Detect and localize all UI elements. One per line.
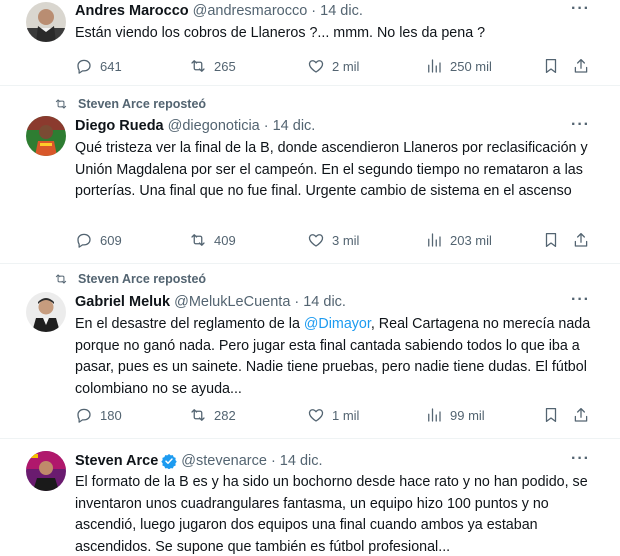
retweet-icon <box>191 409 205 421</box>
tweet-date[interactable]: 14 dic. <box>320 3 363 19</box>
separator-dot: · <box>311 3 317 19</box>
more-icon[interactable]: ··· <box>571 116 590 134</box>
repost-indicator: Steven Arce reposteó <box>54 97 206 111</box>
bookmark-button[interactable] <box>542 57 560 80</box>
retweet-button[interactable]: 265 <box>189 57 236 75</box>
verified-badge-icon <box>161 454 178 469</box>
more-icon[interactable]: ··· <box>571 450 590 468</box>
views-icon <box>428 233 441 247</box>
like-count: 3 mil <box>332 232 360 248</box>
separator-dot: · <box>270 453 276 469</box>
views-count: 203 mil <box>450 232 492 248</box>
tweet-text: En el desastre del reglamento de la @Dim… <box>75 314 595 400</box>
share-button[interactable] <box>572 57 590 80</box>
retweet-count: 282 <box>214 407 236 423</box>
more-icon[interactable]: ··· <box>571 291 590 309</box>
tweet-diego-rueda[interactable]: Steven Arce reposteó Diego Rueda @diegon… <box>0 86 620 264</box>
author-name[interactable]: Steven Arce <box>75 453 158 469</box>
reply-icon <box>77 59 91 74</box>
avatar[interactable] <box>26 2 66 42</box>
mention-link[interactable]: @Dimayor <box>304 316 371 332</box>
reply-icon <box>77 408 91 423</box>
retweet-button[interactable]: 409 <box>189 231 236 249</box>
share-button[interactable] <box>572 406 590 429</box>
tweet-andres-marocco[interactable]: Andres Marocco @andresmarocco · 14 dic. … <box>0 0 620 86</box>
bookmark-button[interactable] <box>542 231 560 254</box>
views-icon <box>428 59 441 73</box>
bookmark-icon <box>545 232 557 248</box>
separator-dot: · <box>294 294 300 310</box>
retweet-icon <box>191 234 205 246</box>
views-button[interactable]: 203 mil <box>425 231 492 249</box>
tweet-text: Están viendo los cobros de Llaneros ?...… <box>75 23 595 45</box>
tweet-date[interactable]: 14 dic. <box>303 294 346 310</box>
retweet-icon <box>191 60 205 72</box>
author-name[interactable]: Gabriel Meluk <box>75 294 170 310</box>
views-button[interactable]: 99 mil <box>425 406 485 424</box>
retweet-count: 265 <box>214 58 236 74</box>
share-icon <box>574 58 588 73</box>
views-count: 99 mil <box>450 407 485 423</box>
repost-icon <box>55 99 67 109</box>
bookmark-icon <box>545 58 557 74</box>
views-icon <box>428 408 441 422</box>
share-icon <box>574 407 588 422</box>
like-button[interactable]: 2 mil <box>307 57 359 75</box>
separator-dot: · <box>263 118 269 134</box>
avatar[interactable] <box>26 292 66 332</box>
author-handle[interactable]: @stevenarce <box>181 453 267 469</box>
retweet-button[interactable]: 282 <box>189 406 236 424</box>
like-button[interactable]: 1 mil <box>307 406 359 424</box>
tweet-actions: 609 409 3 mil 203 mil <box>75 231 595 251</box>
like-icon <box>308 409 324 422</box>
reply-count: 641 <box>100 58 122 74</box>
author-name[interactable]: Andres Marocco <box>75 3 189 19</box>
repost-icon <box>55 274 67 284</box>
avatar[interactable] <box>26 451 66 491</box>
reply-count: 180 <box>100 407 122 423</box>
tweet-steven-arce[interactable]: Steven Arce @stevenarce · 14 dic. ··· El… <box>0 439 620 556</box>
views-button[interactable]: 250 mil <box>425 57 492 75</box>
tweet-gabriel-meluk[interactable]: Steven Arce reposteó Gabriel Meluk @Melu… <box>0 264 620 439</box>
repost-label[interactable]: Steven Arce reposteó <box>78 272 206 286</box>
reply-button[interactable]: 641 <box>75 57 122 75</box>
tweet-header: Steven Arce @stevenarce · 14 dic. <box>75 453 323 469</box>
tweet-date[interactable]: 14 dic. <box>273 118 316 134</box>
bookmark-button[interactable] <box>542 406 560 429</box>
tweet-header: Diego Rueda @diegonoticia · 14 dic. <box>75 118 315 134</box>
share-icon <box>574 232 588 247</box>
repost-indicator: Steven Arce reposteó <box>54 272 206 286</box>
author-handle[interactable]: @andresmarocco <box>193 3 308 19</box>
author-handle[interactable]: @diegonoticia <box>168 118 260 134</box>
reply-icon <box>77 233 91 248</box>
share-button[interactable] <box>572 231 590 254</box>
tweet-text-body: El formato de la B es y ha sido un bocho… <box>75 474 588 555</box>
more-icon[interactable]: ··· <box>571 0 590 18</box>
retweet-count: 409 <box>214 232 236 248</box>
tweet-header: Andres Marocco @andresmarocco · 14 dic. <box>75 3 363 19</box>
avatar[interactable] <box>26 116 66 156</box>
reply-button[interactable]: 180 <box>75 406 122 424</box>
tweet-date[interactable]: 14 dic. <box>280 453 323 469</box>
bookmark-icon <box>545 407 557 423</box>
repost-label[interactable]: Steven Arce reposteó <box>78 97 206 111</box>
tweet-actions: 180 282 1 mil 99 mil <box>75 406 595 426</box>
reply-button[interactable]: 609 <box>75 231 122 249</box>
tweet-text-body: Qué tristeza ver la final de la B, donde… <box>75 140 588 199</box>
tweet-text-body: Están viendo los cobros de Llaneros ?...… <box>75 25 486 41</box>
views-count: 250 mil <box>450 58 492 74</box>
author-handle[interactable]: @MelukLeCuenta <box>174 294 290 310</box>
like-count: 2 mil <box>332 58 360 74</box>
tweet-header: Gabriel Meluk @MelukLeCuenta · 14 dic. <box>75 294 346 310</box>
like-count: 1 mil <box>332 407 360 423</box>
reply-count: 609 <box>100 232 122 248</box>
tweet-actions: 641 265 2 mil 250 mil <box>75 57 595 77</box>
author-name[interactable]: Diego Rueda <box>75 118 164 134</box>
like-button[interactable]: 3 mil <box>307 231 359 249</box>
like-icon <box>308 60 324 73</box>
tweet-text: El formato de la B es y ha sido un bocho… <box>75 472 595 556</box>
tweet-text-body: En el desastre del reglamento de la <box>75 316 304 332</box>
like-icon <box>308 234 324 247</box>
tweet-text: Qué tristeza ver la final de la B, donde… <box>75 138 595 203</box>
